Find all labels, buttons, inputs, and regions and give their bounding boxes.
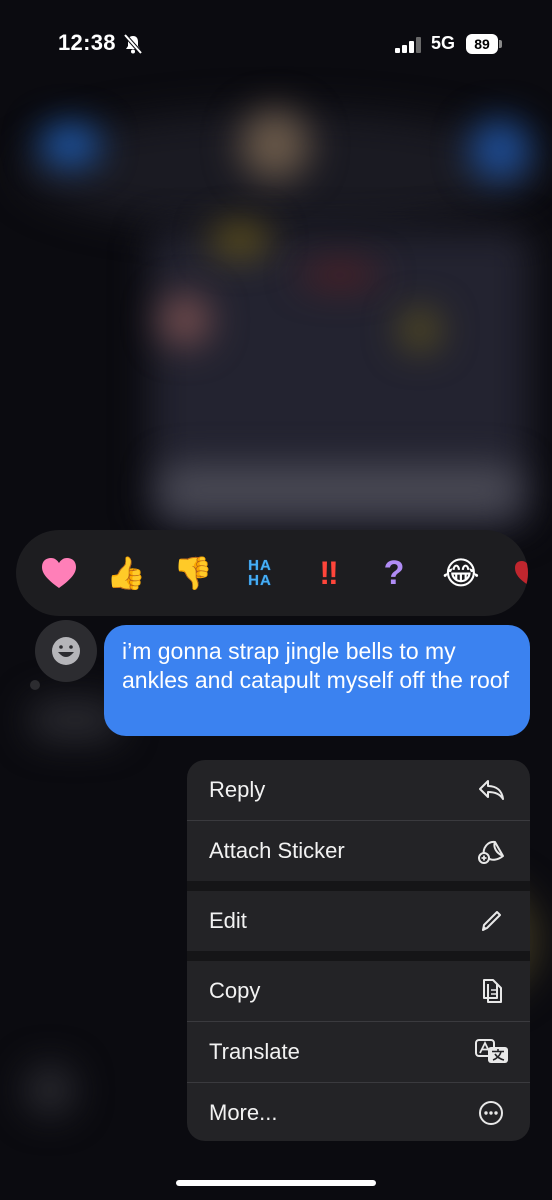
smiley-face-icon — [52, 637, 80, 665]
menu-item-copy[interactable]: Copy — [187, 961, 530, 1021]
battery-icon: 89 — [466, 34, 502, 54]
menu-item-label: Attach Sticker — [209, 838, 345, 863]
heart-red-icon — [515, 561, 528, 585]
copy-documents-icon — [483, 979, 502, 1003]
menu-item-label: Translate — [209, 1039, 300, 1064]
ellipsis-circle-icon — [479, 1101, 503, 1125]
translate-icon — [475, 1039, 508, 1063]
reaction-thumbs-up[interactable]: 👍 — [104, 551, 148, 595]
bell-slash-icon — [124, 34, 142, 54]
reaction-thumbs-down[interactable]: 👎 — [171, 551, 215, 595]
reaction-question[interactable]: ? — [372, 551, 416, 595]
menu-item-label: Reply — [209, 777, 266, 802]
menu-item-edit[interactable]: Edit — [187, 891, 530, 951]
question-mark-icon: ? — [383, 553, 405, 592]
haha-icon: HA HA — [248, 557, 272, 589]
double-exclamation-icon: ‼ — [319, 554, 338, 591]
clock-time: 12:38 — [58, 30, 116, 55]
sticker-bubble-tail — [30, 680, 40, 690]
message-context-menu: Reply Attach Sticker Edit Copy Translate… — [187, 760, 530, 1141]
reaction-heart[interactable] — [37, 551, 81, 595]
selected-message-bubble[interactable]: i’m gonna strap jingle bells to my ankle… — [104, 625, 530, 736]
menu-item-reply[interactable]: Reply — [187, 760, 530, 820]
menu-item-label: Copy — [209, 978, 261, 1003]
reaction-haha[interactable]: HA HA — [238, 551, 282, 595]
menu-item-attach-sticker[interactable]: Attach Sticker — [187, 821, 530, 881]
menu-item-label: More... — [209, 1100, 278, 1125]
battery-level: 89 — [466, 34, 498, 54]
menu-item-label: Edit — [209, 908, 247, 933]
pencil-icon — [482, 911, 501, 931]
status-bar: 12:38 5G 89 — [0, 0, 552, 92]
reaction-exclamation[interactable]: ‼ — [305, 551, 349, 595]
menu-item-more[interactable]: More... — [187, 1083, 530, 1141]
cellular-signal-icon — [395, 37, 425, 53]
reply-arrow-icon — [479, 780, 504, 800]
menu-item-translate[interactable]: Translate — [187, 1022, 530, 1082]
add-sticker-reaction-button[interactable] — [35, 620, 97, 682]
sticker-add-icon — [478, 840, 504, 864]
heart-icon — [42, 558, 76, 588]
thumbs-up-icon: 👍 — [106, 555, 146, 591]
laughing-face-icon: 😂 — [442, 555, 480, 591]
thumbs-down-icon: 👎 — [173, 555, 213, 591]
tapback-reaction-bar: 👍 👎 HA HA ‼ ? 😂 — [16, 530, 528, 616]
reaction-more-partial[interactable] — [506, 551, 528, 595]
network-type: 5G — [431, 33, 456, 53]
message-text: i’m gonna strap jingle bells to my ankle… — [122, 638, 509, 693]
reaction-laughing[interactable]: 😂 — [439, 551, 483, 595]
home-indicator[interactable] — [176, 1180, 376, 1186]
